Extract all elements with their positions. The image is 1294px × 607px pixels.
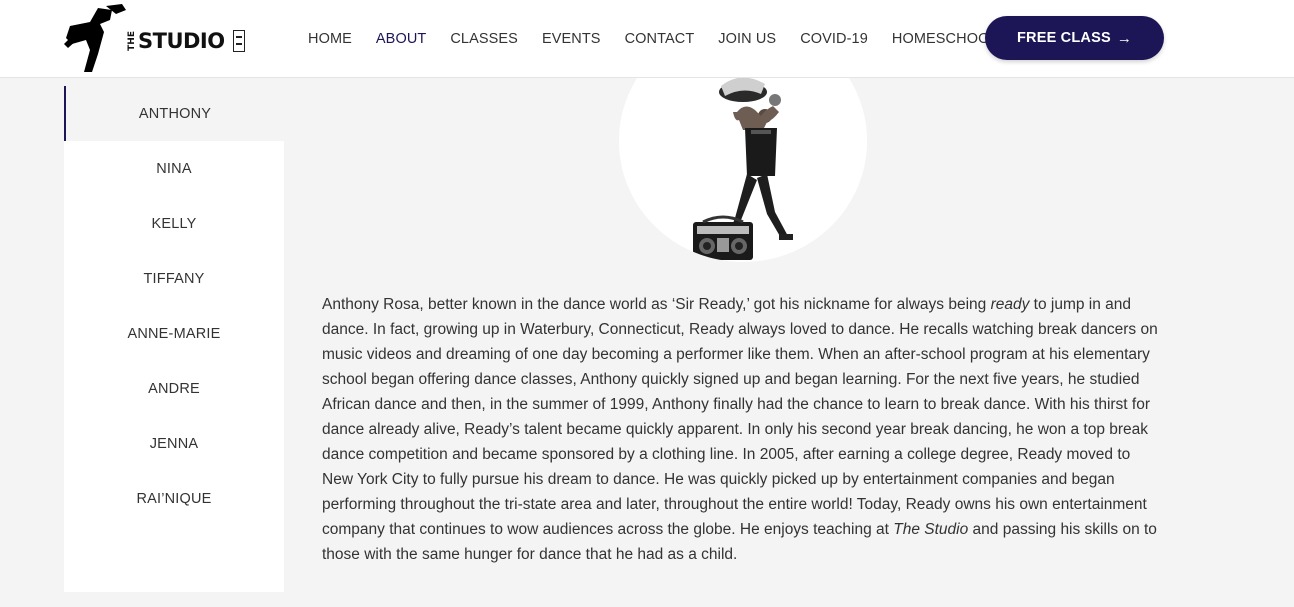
logo-text: STUDIO bbox=[138, 29, 225, 53]
sidebar-item-nina[interactable]: NINA bbox=[64, 141, 284, 196]
sidebar-item-tiffany[interactable]: TIFFANY bbox=[64, 251, 284, 306]
logo-box-icon bbox=[232, 30, 245, 52]
arrow-right-icon: → bbox=[1116, 29, 1133, 47]
logo-small-text: THE bbox=[127, 31, 137, 51]
site-header: THE STUDIO HOME ABOUT CLASSES EVENTS CON… bbox=[0, 0, 1294, 78]
free-class-label: FREE CLASS bbox=[1016, 30, 1111, 46]
nav-item-classes[interactable]: CLASSES bbox=[450, 31, 518, 47]
nav-item-homeschool[interactable]: HOMESCHOOL bbox=[892, 31, 998, 47]
sidebar-item-anthony[interactable]: ANTHONY bbox=[64, 86, 284, 141]
breakdancer-logo-icon bbox=[64, 4, 126, 72]
nav-item-covid-19[interactable]: COVID-19 bbox=[800, 31, 868, 47]
nav-item-contact[interactable]: CONTACT bbox=[625, 31, 695, 47]
main-nav: HOME ABOUT CLASSES EVENTS CONTACT JOIN U… bbox=[296, 0, 1010, 78]
free-class-button[interactable]: FREE CLASS → bbox=[985, 16, 1164, 60]
instructor-list: ANTHONY NINA KELLY TIFFANY ANNE-MARIE AN… bbox=[64, 86, 284, 592]
bio-paragraph: Anthony Rosa, better known in the dance … bbox=[322, 296, 1158, 563]
instructor-bio: Anthony Rosa, better known in the dance … bbox=[322, 292, 1162, 567]
sidebar-item-andre[interactable]: ANDRE bbox=[64, 361, 284, 416]
sidebar-item-kelly[interactable]: KELLY bbox=[64, 196, 284, 251]
sidebar-item-anne-marie[interactable]: ANNE-MARIE bbox=[64, 306, 284, 361]
nav-item-join-us[interactable]: JOIN US bbox=[718, 31, 776, 47]
site-logo[interactable]: THE STUDIO bbox=[62, 2, 247, 74]
sidebar-item-rainique[interactable]: RAI’NIQUE bbox=[64, 471, 284, 526]
nav-item-about[interactable]: ABOUT bbox=[376, 31, 426, 47]
nav-item-home[interactable]: HOME bbox=[308, 31, 352, 47]
nav-item-events[interactable]: EVENTS bbox=[542, 31, 601, 47]
sidebar-item-jenna[interactable]: JENNA bbox=[64, 416, 284, 471]
